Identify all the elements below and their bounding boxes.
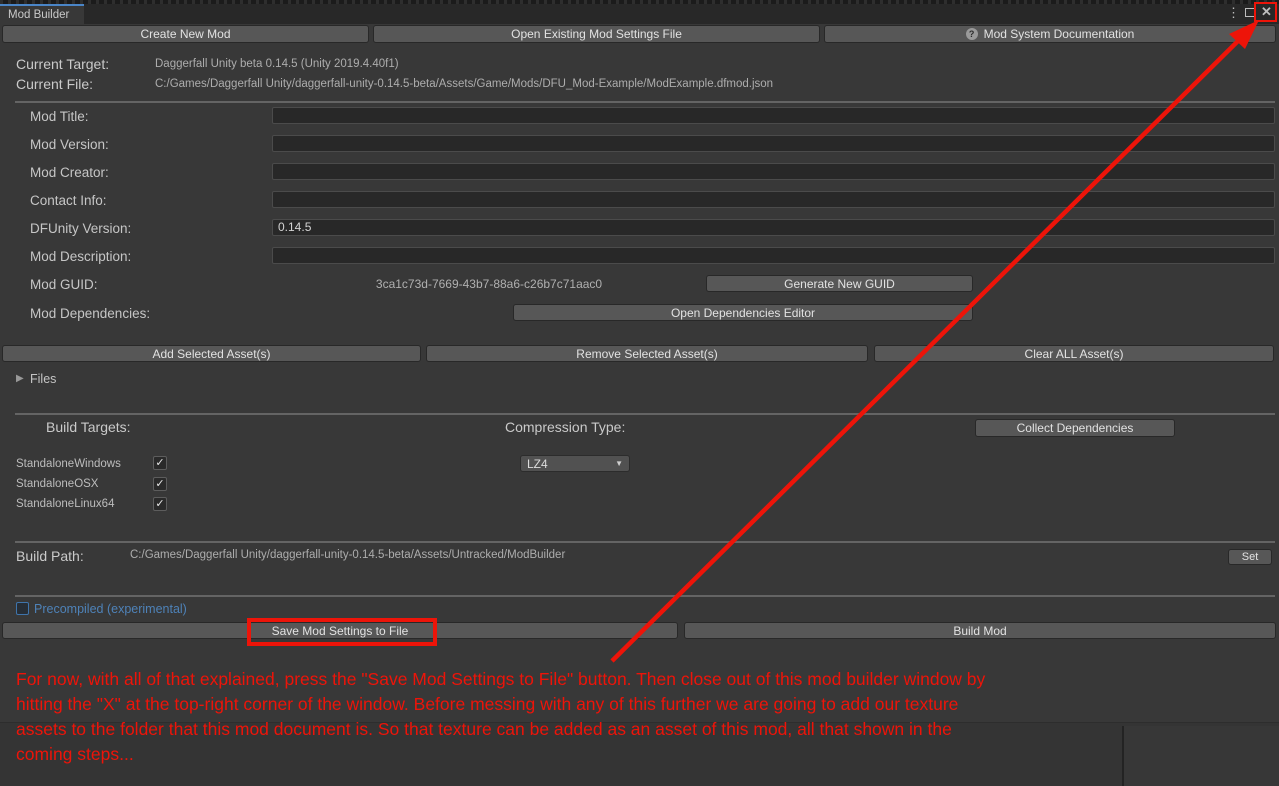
mod-creator-input[interactable] <box>272 163 1275 180</box>
mod-version-input[interactable] <box>272 135 1275 152</box>
build-targets-label: Build Targets: <box>46 419 131 435</box>
mod-title-label: Mod Title: <box>30 109 89 124</box>
foldout-arrow-icon[interactable]: ▶ <box>16 373 24 384</box>
divider <box>15 541 1275 543</box>
tab-bar <box>0 4 1279 24</box>
create-new-mod-button[interactable]: Create New Mod <box>2 25 369 43</box>
build-mod-button[interactable]: Build Mod <box>684 622 1276 639</box>
annotation-text-line: hitting the "X" at the top-right corner … <box>16 694 959 714</box>
open-existing-mod-settings-button[interactable]: Open Existing Mod Settings File <box>373 25 820 43</box>
annotation-text-line: For now, with all of that explained, pre… <box>16 669 986 689</box>
divider <box>15 595 1275 597</box>
current-file-label: Current File: <box>16 76 94 92</box>
add-selected-assets-button[interactable]: Add Selected Asset(s) <box>2 345 421 362</box>
mod-description-input[interactable] <box>272 247 1275 264</box>
annotation-box-close-icon <box>1254 2 1277 22</box>
mod-description-label: Mod Description: <box>30 249 132 264</box>
documentation-button-label: Mod System Documentation <box>983 27 1135 41</box>
more-options-icon[interactable]: ⋮ <box>1227 6 1240 19</box>
dfunity-version-input[interactable]: 0.14.5 <box>272 219 1275 236</box>
divider <box>15 413 1275 415</box>
build-path-label: Build Path: <box>16 548 84 564</box>
tab-mod-builder[interactable]: Mod Builder <box>0 4 84 24</box>
mod-dependencies-label: Mod Dependencies: <box>30 306 151 321</box>
generate-new-guid-button[interactable]: Generate New GUID <box>706 275 973 292</box>
target-standalonelinux64-label: StandaloneLinux64 <box>16 498 115 510</box>
files-foldout-label[interactable]: Files <box>30 372 56 386</box>
dfunity-version-label: DFUnity Version: <box>30 221 132 236</box>
target-standaloneosx-label: StandaloneOSX <box>16 478 99 490</box>
target-standaloneosx-checkbox[interactable]: ✓ <box>153 477 167 491</box>
contact-info-label: Contact Info: <box>30 193 107 208</box>
target-standalonelinux64-checkbox[interactable]: ✓ <box>153 497 167 511</box>
clear-all-assets-button[interactable]: Clear ALL Asset(s) <box>874 345 1274 362</box>
build-path-value: C:/Games/Daggerfall Unity/daggerfall-uni… <box>130 549 566 561</box>
divider <box>15 101 1275 103</box>
contact-info-input[interactable] <box>272 191 1275 208</box>
help-icon: ? <box>965 28 978 40</box>
open-dependencies-editor-button[interactable]: Open Dependencies Editor <box>513 304 973 321</box>
collect-dependencies-button[interactable]: Collect Dependencies <box>975 419 1175 437</box>
precompiled-checkbox[interactable] <box>16 602 29 615</box>
chevron-down-icon: ▼ <box>615 459 623 468</box>
set-build-path-button[interactable]: Set <box>1228 549 1272 565</box>
target-standalonewindows-label: StandaloneWindows <box>16 458 121 470</box>
mod-builder-window: Mod Builder ⋮ ✕ Create New Mod Open Exis… <box>0 0 1279 786</box>
current-target-label: Current Target: <box>16 56 110 72</box>
mod-system-documentation-button[interactable]: ? Mod System Documentation <box>824 25 1276 43</box>
mod-guid-value: 3ca1c73d-7669-43b7-88a6-c26b7c71aac0 <box>375 277 603 291</box>
precompiled-label: Precompiled (experimental) <box>34 602 187 616</box>
mod-version-label: Mod Version: <box>30 137 109 152</box>
target-standalonewindows-checkbox[interactable]: ✓ <box>153 456 167 470</box>
annotation-text-line: coming steps... <box>16 744 134 764</box>
mod-title-input[interactable] <box>272 107 1275 124</box>
compression-type-label: Compression Type: <box>505 419 626 435</box>
annotation-text-line: assets to the folder that this mod docum… <box>16 719 952 739</box>
current-file-value: C:/Games/Daggerfall Unity/daggerfall-uni… <box>155 78 774 90</box>
annotation-box-save-button <box>247 618 437 646</box>
mod-creator-label: Mod Creator: <box>30 165 109 180</box>
background-panel <box>1124 726 1279 786</box>
compression-type-dropdown[interactable]: LZ4 ▼ <box>520 455 630 472</box>
mod-guid-label: Mod GUID: <box>30 277 98 292</box>
remove-selected-assets-button[interactable]: Remove Selected Asset(s) <box>426 345 868 362</box>
current-target-value: Daggerfall Unity beta 0.14.5 (Unity 2019… <box>155 58 399 70</box>
compression-type-value: LZ4 <box>527 456 548 471</box>
